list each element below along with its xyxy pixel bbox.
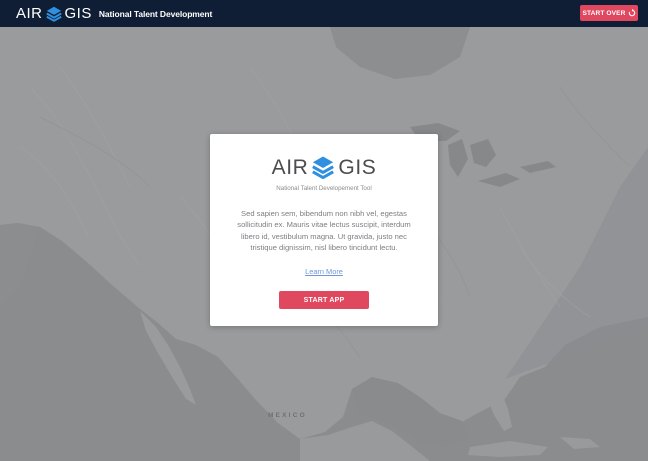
learn-more-link[interactable]: Learn More xyxy=(305,267,343,276)
layers-logo-icon xyxy=(312,156,335,180)
layers-logo-icon xyxy=(45,6,62,22)
start-over-label: START OVER xyxy=(582,9,626,17)
map-label-mexico: MEXICO xyxy=(268,412,307,419)
brand-gis-text: GIS xyxy=(64,5,92,22)
refresh-icon xyxy=(628,9,635,17)
start-over-button[interactable]: START OVER xyxy=(580,5,638,21)
brand-air-text: AIR xyxy=(16,5,43,22)
dialog-brand-air-text: AIR xyxy=(271,156,309,179)
welcome-dialog: AIR GIS National Talent Developement Too… xyxy=(210,134,438,326)
dialog-description: Sed sapien sem, bibendum non nibh vel, e… xyxy=(237,209,411,253)
dialog-tagline: National Talent Developement Tool xyxy=(276,185,372,192)
dialog-brand-gis-text: GIS xyxy=(338,156,377,179)
dialog-logo: AIR GIS xyxy=(210,154,438,182)
app-subtitle: National Talent Development xyxy=(98,9,213,19)
start-app-button[interactable]: START APP xyxy=(279,291,369,309)
top-bar: AIR GIS National Talent Development STAR… xyxy=(0,0,648,27)
app-brand[interactable]: AIR GIS National Talent Development xyxy=(16,5,212,23)
